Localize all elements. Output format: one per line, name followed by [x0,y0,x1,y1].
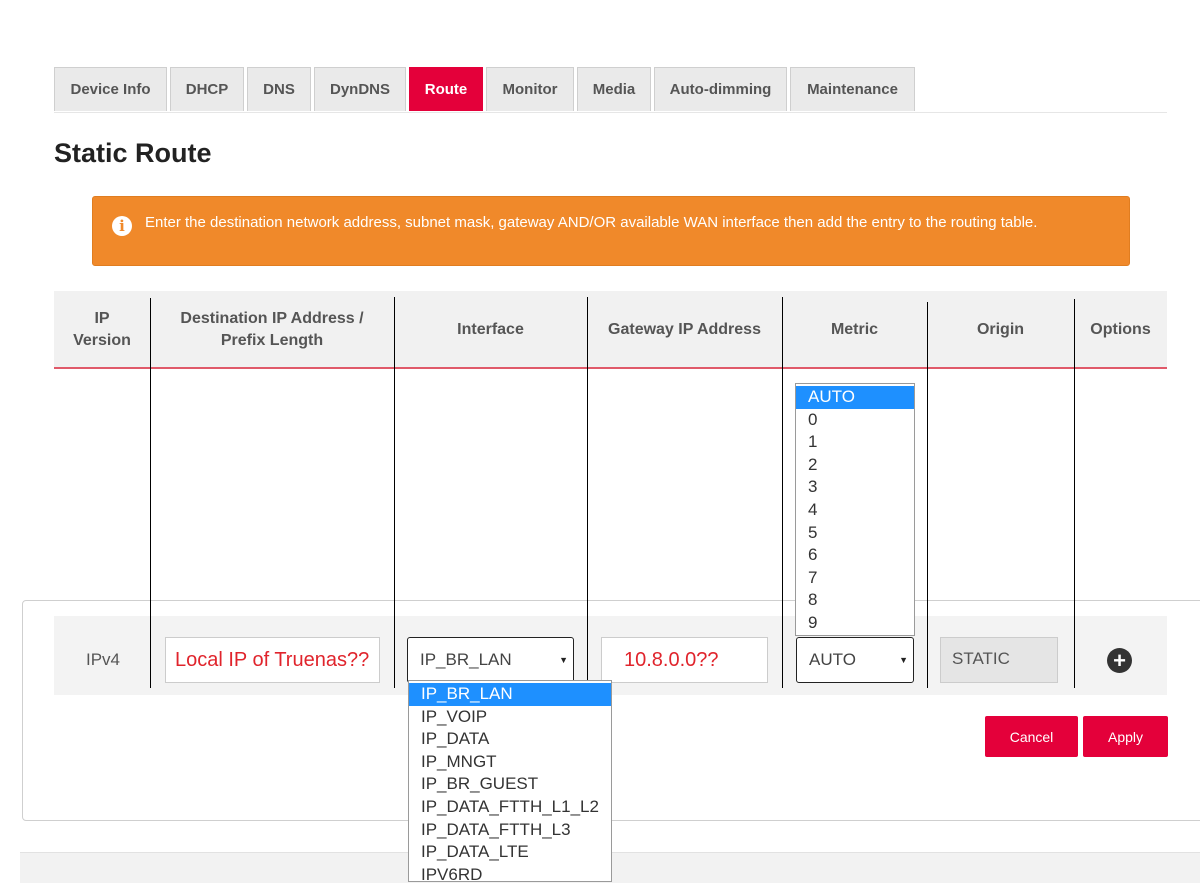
tabs-divider [54,112,1167,113]
ip-version-value: IPv4 [86,650,121,669]
metric-option[interactable]: 1 [796,431,914,454]
metric-option[interactable]: 3 [796,476,914,499]
interface-option[interactable]: IP_BR_LAN [409,683,611,706]
interface-option[interactable]: IP_DATA [409,728,611,751]
header-destination: Destination IP Address / Prefix Length [180,309,364,349]
header-options: Options [1090,320,1151,338]
header-origin: Origin [976,320,1025,338]
header-metric: Metric [830,320,879,338]
tab-dyndns[interactable]: DynDNS [314,67,406,111]
tab-dns[interactable]: DNS [247,67,311,111]
interface-option[interactable]: IP_BR_GUEST [409,773,611,796]
interface-option[interactable]: IP_DATA_FTTH_L3 [409,819,611,842]
column-divider [927,302,928,688]
tab-media[interactable]: Media [577,67,651,111]
header-ip-version: IP Version [73,309,131,349]
origin-field: STATIC [940,637,1058,683]
metric-option[interactable]: 6 [796,544,914,567]
interface-option[interactable]: IP_DATA_FTTH_L1_L2 [409,796,611,819]
interface-select-value: IP_BR_LAN [420,650,512,669]
metric-option[interactable]: AUTO [796,386,914,409]
tab-auto-dimming[interactable]: Auto-dimming [654,67,787,111]
interface-dropdown-list: IP_BR_LAN IP_VOIP IP_DATA IP_MNGT IP_BR_… [408,680,612,884]
header-interface: Interface [457,320,524,338]
metric-option[interactable]: 4 [796,499,914,522]
chevron-down-icon: ▼ [559,655,568,665]
metric-option[interactable]: 0 [796,409,914,432]
header-gateway: Gateway IP Address [608,320,761,338]
info-alert: i Enter the destination network address,… [92,196,1130,266]
alert-message: Enter the destination network address, s… [145,214,1038,231]
column-divider [394,297,395,688]
plus-circle-icon[interactable]: + [1107,648,1132,673]
interface-select[interactable]: IP_BR_LAN ▼ [407,637,574,683]
interface-option[interactable]: IP_DATA_LTE [409,841,611,864]
gateway-input[interactable]: 10.8.0.0?? [601,637,768,683]
metric-option[interactable]: 7 [796,567,914,590]
interface-option[interactable]: IPV6RD [409,864,611,886]
metric-dropdown-list: AUTO 0 1 2 3 4 5 6 7 8 9 [795,383,915,636]
tab-maintenance[interactable]: Maintenance [790,67,915,111]
metric-option[interactable]: 2 [796,454,914,477]
column-divider [1074,299,1075,688]
metric-option[interactable]: 8 [796,589,914,612]
metric-option[interactable]: 9 [796,612,914,635]
interface-option[interactable]: IP_MNGT [409,751,611,774]
page-title: Static Route [54,138,212,168]
apply-button[interactable]: Apply [1083,716,1168,757]
cancel-button[interactable]: Cancel [985,716,1078,757]
metric-option[interactable]: 5 [796,522,914,545]
interface-option[interactable]: IP_VOIP [409,706,611,729]
tab-dhcp[interactable]: DHCP [170,67,244,111]
chevron-down-icon: ▼ [899,655,908,665]
column-divider [587,297,588,688]
info-icon: i [112,216,132,236]
metric-select[interactable]: AUTO ▼ [796,637,914,683]
column-divider [150,298,151,688]
tab-route[interactable]: Route [409,67,483,111]
tab-monitor[interactable]: Monitor [486,67,574,111]
metric-select-value: AUTO [809,650,856,669]
tab-device-info[interactable]: Device Info [54,67,167,111]
destination-input[interactable]: Local IP of Truenas?? [165,637,380,683]
column-divider [782,297,783,688]
